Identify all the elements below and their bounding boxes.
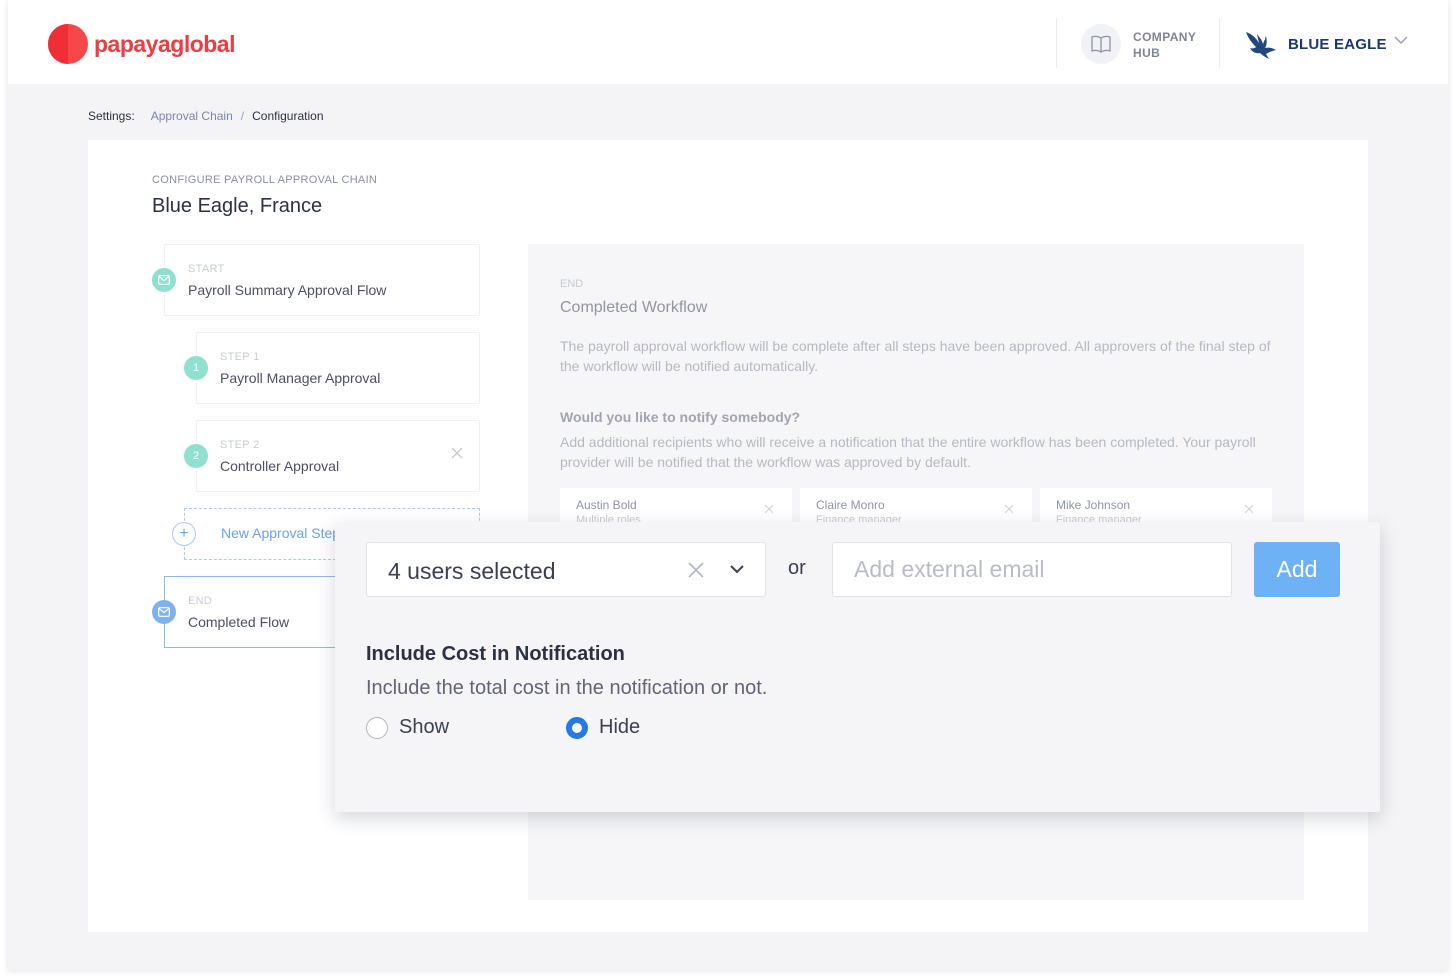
new-approval-step-label: New Approval Step <box>221 525 341 541</box>
company-switcher[interactable]: BLUE EAGLE <box>1244 28 1387 60</box>
company-hub-line-1: COMPANY <box>1133 30 1197 44</box>
page-title: Blue Eagle, France <box>152 195 323 217</box>
radio-show[interactable]: Show <box>366 716 449 739</box>
top-header: papayaglobal COMPANY HUB BLUE EAGLE <box>8 0 1448 84</box>
users-select[interactable]: 4 users selected <box>366 542 766 597</box>
radio-hide[interactable]: Hide <box>566 716 640 739</box>
envelope-icon <box>152 600 176 624</box>
remove-recipient-icon[interactable] <box>1244 504 1254 514</box>
step-2-kicker: STEP 2 <box>220 439 260 451</box>
chain-step-2[interactable]: STEP 2 Controller Approval <box>196 420 480 492</box>
panel-title: Completed Workflow <box>560 299 708 316</box>
step-1-name: Payroll Manager Approval <box>220 370 381 386</box>
start-kicker: START <box>188 263 225 275</box>
notify-title: Would you like to notify somebody? <box>560 409 801 425</box>
breadcrumb-separator: / <box>240 109 245 123</box>
end-name: Completed Flow <box>188 614 290 630</box>
radio-hide-circle[interactable] <box>566 716 588 739</box>
header-divider <box>1056 18 1057 68</box>
panel-kicker: END <box>560 278 584 290</box>
company-name: BLUE EAGLE <box>1288 35 1387 53</box>
chevron-down-icon[interactable] <box>729 563 745 575</box>
add-button[interactable]: Add <box>1254 542 1340 597</box>
app-frame: papayaglobal COMPANY HUB BLUE EAGLE Sett… <box>8 0 1448 970</box>
include-cost-description: Include the total cost in the notificati… <box>366 677 768 699</box>
step-2-number: 2 <box>184 444 208 468</box>
papaya-logo-icon <box>48 24 88 64</box>
logo-text: papayaglobal <box>94 30 235 57</box>
users-select-value: 4 users selected <box>388 558 556 584</box>
end-kicker: END <box>188 595 213 607</box>
step-1-number: 1 <box>184 356 208 380</box>
recipient-chip: Claire Monro Finance manager <box>800 488 1032 524</box>
recipient-name: Mike Johnson <box>1056 498 1131 512</box>
recipient-name: Claire Monro <box>816 498 885 512</box>
external-email-input[interactable] <box>832 542 1232 597</box>
recipient-chip: Mike Johnson Finance manager <box>1040 488 1272 524</box>
remove-recipient-icon[interactable] <box>1004 504 1014 514</box>
step-2-name: Controller Approval <box>220 458 340 474</box>
breadcrumb: Settings: Approval Chain / Configuration <box>88 109 324 123</box>
start-name: Payroll Summary Approval Flow <box>188 282 387 298</box>
radio-show-label: Show <box>399 716 450 738</box>
radio-show-circle[interactable] <box>366 716 388 739</box>
remove-recipient-icon[interactable] <box>764 504 774 514</box>
or-label: or <box>788 557 806 579</box>
chevron-down-icon[interactable] <box>1394 36 1408 45</box>
book-icon[interactable] <box>1081 24 1121 64</box>
recipient-name: Austin Bold <box>576 498 637 512</box>
breadcrumb-current: Configuration <box>252 109 324 123</box>
breadcrumb-label: Settings: <box>88 109 135 123</box>
remove-step-icon[interactable] <box>451 447 463 459</box>
chain-start-item[interactable]: START Payroll Summary Approval Flow <box>164 244 480 316</box>
envelope-icon <box>152 268 176 292</box>
include-cost-title: Include Cost in Notification <box>366 643 625 665</box>
company-hub-line-2: HUB <box>1133 46 1161 60</box>
plus-icon: + <box>172 522 196 546</box>
header-divider <box>1219 18 1220 68</box>
notify-description: Add additional recipients who will recei… <box>560 434 1256 470</box>
step-1-kicker: STEP 1 <box>220 351 260 363</box>
papaya-logo[interactable]: papayaglobal <box>48 24 235 64</box>
company-hub-link[interactable]: COMPANY HUB <box>1133 29 1196 61</box>
panel-description: The payroll approval workflow will be co… <box>560 338 1271 374</box>
breadcrumb-approval-chain[interactable]: Approval Chain <box>151 109 233 123</box>
card-eyebrow: CONFIGURE PAYROLL APPROVAL CHAIN <box>152 174 378 186</box>
chain-step-1[interactable]: STEP 1 Payroll Manager Approval <box>196 332 480 404</box>
eagle-logo-icon <box>1246 32 1276 59</box>
clear-selection-icon[interactable] <box>687 561 705 579</box>
radio-hide-label: Hide <box>599 716 641 738</box>
notification-settings-overlay: 4 users selected or Add Include Cost in … <box>335 522 1380 812</box>
recipient-chip: Austin Bold Multiple roles <box>560 488 792 524</box>
